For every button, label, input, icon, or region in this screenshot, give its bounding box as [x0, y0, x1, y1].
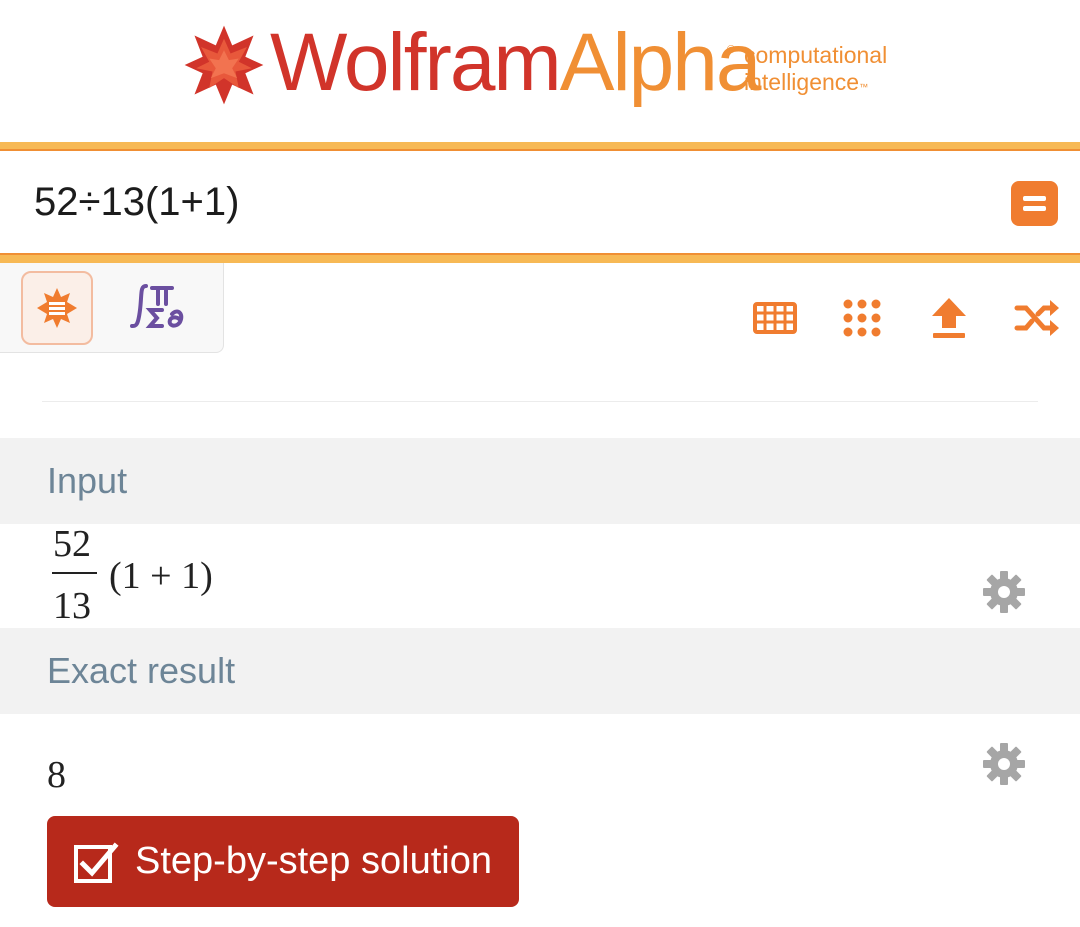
grid-dots-icon[interactable] — [839, 296, 885, 340]
wolfram-star-logo-icon[interactable] — [183, 24, 265, 106]
keyboard-icon[interactable] — [752, 296, 798, 340]
registered-mark: ® — [727, 44, 736, 56]
logo-tagline: computational intelligence™ — [744, 42, 887, 101]
natural-language-mode-button[interactable] — [21, 271, 93, 345]
step-by-step-label: Step-by-step solution — [135, 840, 492, 882]
tagline-line-2: intelligence™ — [744, 69, 869, 95]
section-divider — [42, 401, 1038, 402]
search-bar-bottom-stripe — [0, 255, 1080, 263]
input-numerator: 52 — [53, 523, 91, 565]
wordmark-wolfram: Wolfram — [270, 17, 562, 108]
shuffle-icon[interactable] — [1014, 296, 1060, 340]
gear-icon[interactable] — [982, 570, 1026, 614]
fraction-bar — [52, 572, 97, 574]
checkbox-icon — [74, 842, 119, 883]
wolfram-star-icon — [37, 288, 77, 328]
search-input[interactable] — [34, 170, 954, 234]
wolframalpha-wordmark[interactable]: WolframAlpha — [270, 17, 762, 108]
upload-icon[interactable] — [926, 296, 972, 340]
result-pod-header: Exact result — [0, 628, 1080, 714]
site-header: WolframAlpha ® computational intelligenc… — [0, 0, 1080, 142]
trademark-mark: ™ — [859, 82, 869, 92]
math-symbols-icon — [130, 284, 184, 328]
result-value: 8 — [47, 754, 66, 796]
wordmark-alpha: Alpha — [559, 17, 762, 108]
result-pod-title: Exact result — [47, 650, 236, 691]
math-input-mode-button[interactable] — [128, 280, 188, 332]
input-pod-title: Input — [47, 460, 128, 501]
compute-button[interactable] — [1011, 181, 1058, 226]
input-expression-rest: (1 + 1) — [109, 555, 213, 597]
tagline-line-1: computational — [744, 42, 888, 68]
equals-icon-bar — [1023, 206, 1046, 211]
input-pod-header: Input — [0, 438, 1080, 524]
input-denominator: 13 — [53, 585, 91, 627]
gear-icon[interactable] — [982, 742, 1026, 786]
equals-icon — [1023, 196, 1046, 201]
